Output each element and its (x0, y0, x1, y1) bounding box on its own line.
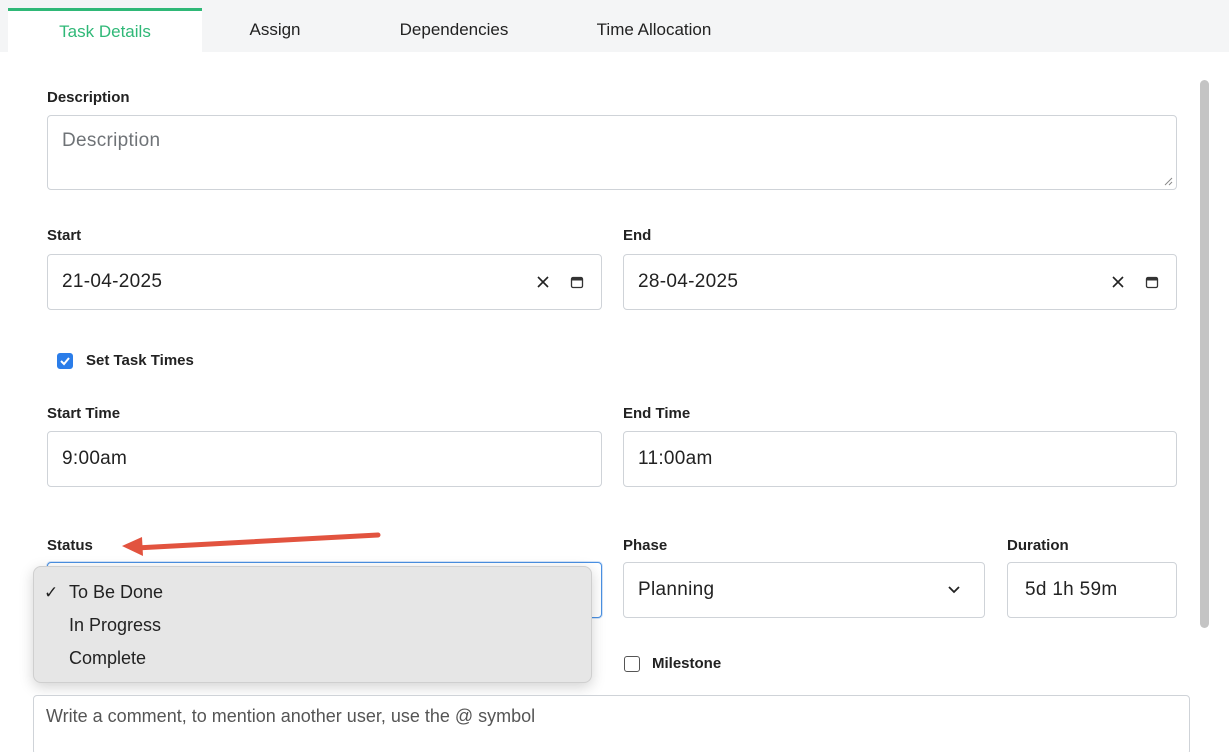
duration-input[interactable]: 5d 1h 59m (1007, 562, 1177, 618)
status-option-label: To Be Done (69, 582, 164, 602)
milestone-checkbox[interactable] (624, 656, 640, 672)
tab-time-allocation[interactable]: Time Allocation (560, 8, 748, 52)
end-label: End (623, 227, 652, 244)
tab-bar: Task Details Assign Dependencies Time Al… (8, 8, 748, 52)
tab-assign[interactable]: Assign (202, 8, 348, 52)
phase-label: Phase (623, 537, 668, 554)
checkmark-icon: ✓ (44, 582, 59, 602)
comment-placeholder: Write a comment, to mention another user… (46, 706, 536, 726)
description-label: Description (47, 89, 130, 106)
end-time-label: End Time (623, 405, 691, 422)
chevron-down-icon (944, 580, 964, 600)
end-time-value: 11:00am (638, 448, 713, 469)
tab-task-details[interactable]: Task Details (8, 8, 202, 52)
start-label: Start (47, 227, 82, 244)
comment-input[interactable]: Write a comment, to mention another user… (33, 695, 1190, 752)
duration-value: 5d 1h 59m (1025, 579, 1118, 600)
start-date-value: 21-04-2025 (62, 271, 163, 292)
milestone-label: Milestone (652, 655, 722, 672)
tab-dependencies[interactable]: Dependencies (348, 8, 560, 52)
end-date-input[interactable]: 28-04-2025 (623, 254, 1177, 310)
phase-select[interactable]: Planning (623, 562, 985, 618)
set-task-times-checkbox[interactable] (57, 353, 73, 369)
status-option-to-be-done[interactable]: ✓ To Be Done (34, 576, 591, 609)
start-time-input[interactable]: 9:00am (47, 431, 602, 487)
calendar-icon[interactable] (1142, 272, 1162, 292)
start-time-value: 9:00am (62, 448, 128, 469)
status-option-complete[interactable]: Complete (34, 642, 591, 675)
resize-grip-icon[interactable] (1164, 177, 1173, 186)
duration-label: Duration (1007, 537, 1069, 554)
end-time-input[interactable]: 11:00am (623, 431, 1177, 487)
description-placeholder: Description (62, 130, 161, 151)
start-time-label: Start Time (47, 405, 121, 422)
start-date-input[interactable]: 21-04-2025 (47, 254, 602, 310)
clear-icon[interactable] (1108, 272, 1128, 292)
set-task-times-label: Set Task Times (86, 352, 194, 369)
checkmark-icon (60, 357, 70, 366)
phase-value: Planning (638, 579, 715, 600)
calendar-icon[interactable] (567, 272, 587, 292)
status-dropdown-menu: ✓ To Be Done In Progress Complete (33, 566, 592, 683)
status-option-in-progress[interactable]: In Progress (34, 609, 591, 642)
status-option-label: Complete (69, 648, 147, 668)
description-textarea[interactable]: Description (47, 115, 1177, 190)
end-date-value: 28-04-2025 (638, 271, 739, 292)
scrollbar-thumb[interactable] (1200, 80, 1209, 628)
status-label: Status (47, 537, 93, 554)
status-option-label: In Progress (69, 615, 162, 635)
clear-icon[interactable] (533, 272, 553, 292)
